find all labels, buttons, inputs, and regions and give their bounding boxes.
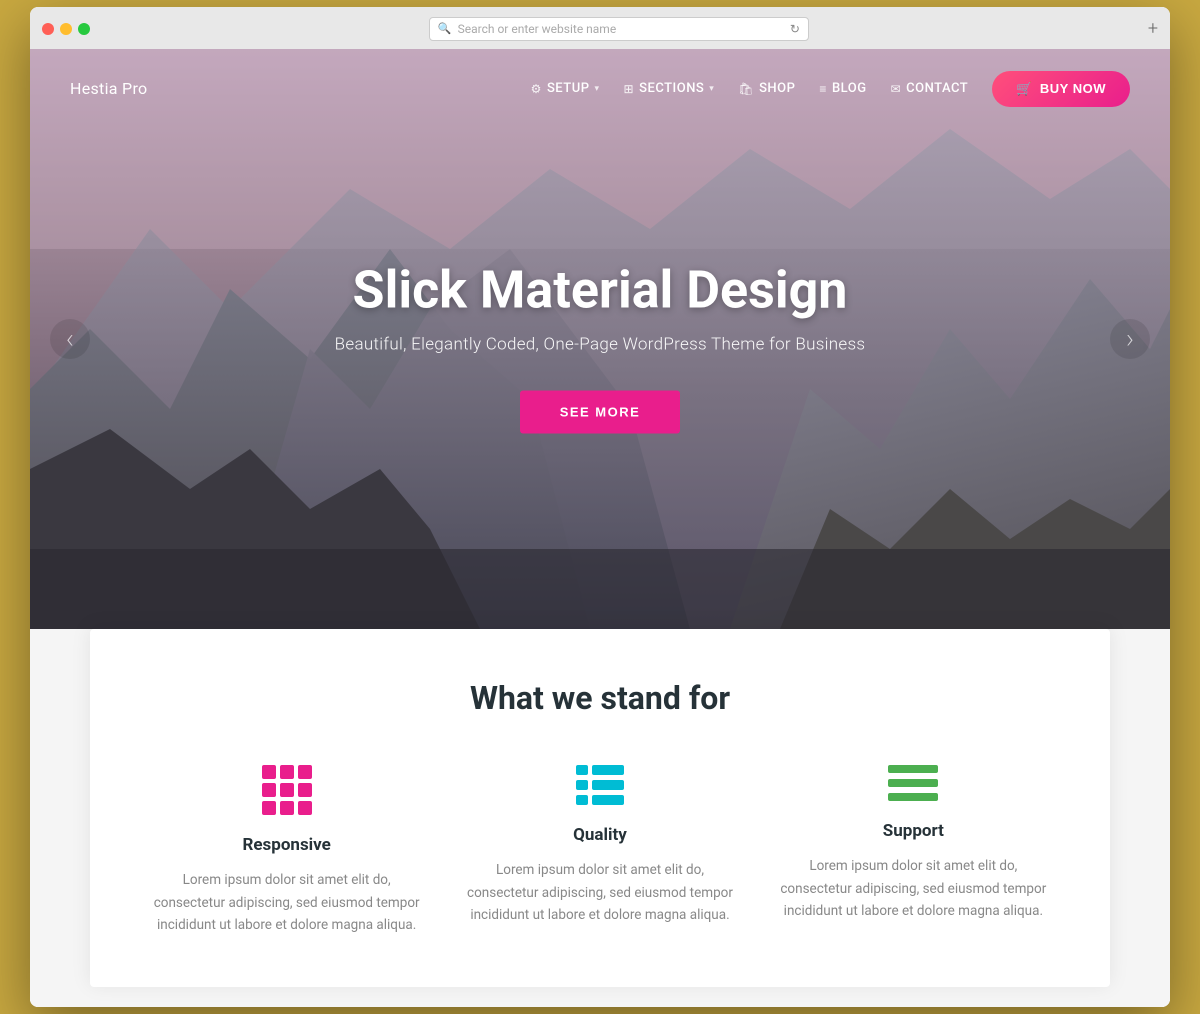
nav-shop-label: SHOP: [759, 81, 795, 96]
grid-icon: ⊞: [624, 82, 635, 96]
hero-title: Slick Material Design: [144, 261, 1056, 318]
line-sq: [576, 795, 588, 805]
carousel-next-button[interactable]: ›: [1110, 319, 1150, 359]
site-content: Hestia Pro ⚙ SETUP ▾ ⊞ SECTIONS ▾ 🛍: [30, 49, 1170, 1008]
responsive-icon: [150, 765, 423, 815]
navbar: Hestia Pro ⚙ SETUP ▾ ⊞ SECTIONS ▾ 🛍: [30, 49, 1170, 129]
minimize-button[interactable]: [60, 23, 72, 35]
feature-responsive: Responsive Lorem ipsum dolor sit amet el…: [150, 765, 423, 938]
nav-blog-label: BLOG: [832, 81, 867, 96]
feature-desc-support: Lorem ipsum dolor sit amet elit do, cons…: [777, 855, 1050, 924]
address-bar[interactable]: 🔍 Search or enter website name ↻: [429, 17, 809, 41]
search-icon: 🔍: [438, 22, 452, 35]
browser-chrome: 🔍 Search or enter website name ↻ +: [30, 7, 1170, 49]
chevron-down-icon-2: ▾: [709, 84, 714, 94]
features-grid: Responsive Lorem ipsum dolor sit amet el…: [150, 765, 1050, 938]
new-tab-button[interactable]: +: [1148, 20, 1158, 38]
features-section: What we stand for: [90, 629, 1110, 988]
nav-item-contact[interactable]: ✉ CONTACT: [891, 81, 969, 96]
mail-icon: ✉: [891, 82, 902, 96]
brand-logo[interactable]: Hestia Pro: [70, 79, 147, 98]
grid-cell: [298, 783, 312, 797]
maximize-button[interactable]: [78, 23, 90, 35]
buy-now-button[interactable]: 🛒 BUY NOW: [992, 71, 1130, 107]
grid-cell: [262, 765, 276, 779]
nav-item-shop[interactable]: 🛍 SHOP: [738, 81, 795, 96]
feature-desc-quality: Lorem ipsum dolor sit amet elit do, cons…: [463, 859, 736, 928]
nav-sections-label: SECTIONS: [639, 81, 704, 96]
hamburger-line-3: [888, 793, 938, 801]
feature-support: Support Lorem ipsum dolor sit amet elit …: [777, 765, 1050, 938]
chevron-right-icon: ›: [1126, 322, 1134, 355]
section-title: What we stand for: [150, 679, 1050, 717]
feature-quality: Quality Lorem ipsum dolor sit amet elit …: [463, 765, 736, 938]
line-sq: [592, 780, 624, 790]
grid-cell: [298, 765, 312, 779]
feature-title-support: Support: [777, 821, 1050, 841]
nav-item-setup[interactable]: ⚙ SETUP ▾: [531, 81, 600, 96]
line-sq: [576, 780, 588, 790]
grid-cell: [280, 765, 294, 779]
feature-desc-responsive: Lorem ipsum dolor sit amet elit do, cons…: [150, 869, 423, 938]
grid-icon-responsive: [262, 765, 312, 815]
grid-cell: [262, 801, 276, 815]
line-sq: [592, 795, 624, 805]
nav-item-sections[interactable]: ⊞ SECTIONS ▾: [624, 81, 715, 96]
cart-icon: 🛒: [1016, 81, 1033, 97]
lines-icon-quality: [576, 765, 624, 805]
blog-icon: ≡: [819, 82, 827, 96]
nav-contact-label: CONTACT: [906, 81, 968, 96]
see-more-button[interactable]: SEE MORE: [520, 390, 681, 433]
hamburger-line-1: [888, 765, 938, 773]
support-icon: [777, 765, 1050, 801]
line-row-2: [576, 780, 624, 790]
browser-window: 🔍 Search or enter website name ↻ +: [30, 7, 1170, 1008]
nav-links: ⚙ SETUP ▾ ⊞ SECTIONS ▾ 🛍 SHOP ≡: [531, 71, 1130, 107]
quality-icon: [463, 765, 736, 805]
chevron-down-icon: ▾: [595, 84, 600, 94]
hero-content: Slick Material Design Beautiful, Elegant…: [144, 261, 1056, 433]
hero-section: Hestia Pro ⚙ SETUP ▾ ⊞ SECTIONS ▾ 🛍: [30, 49, 1170, 629]
hamburger-line-2: [888, 779, 938, 787]
traffic-lights: [42, 23, 90, 35]
carousel-prev-button[interactable]: ‹: [50, 319, 90, 359]
hamburger-icon-support: [888, 765, 938, 801]
grid-cell: [298, 801, 312, 815]
grid-cell: [280, 783, 294, 797]
gear-icon: ⚙: [531, 82, 542, 96]
line-row-1: [576, 765, 624, 775]
line-row-3: [576, 795, 624, 805]
refresh-button[interactable]: ↻: [790, 22, 800, 36]
address-text: Search or enter website name: [458, 22, 617, 36]
line-sq: [576, 765, 588, 775]
close-button[interactable]: [42, 23, 54, 35]
feature-title-quality: Quality: [463, 825, 736, 845]
address-bar-container: 🔍 Search or enter website name ↻: [100, 17, 1138, 41]
grid-cell: [262, 783, 276, 797]
chevron-left-icon: ‹: [66, 322, 74, 355]
grid-cell: [280, 801, 294, 815]
shop-icon: 🛍: [738, 82, 754, 96]
hero-subtitle: Beautiful, Elegantly Coded, One-Page Wor…: [144, 334, 1056, 354]
nav-setup-label: SETUP: [547, 81, 590, 96]
nav-item-blog[interactable]: ≡ BLOG: [819, 81, 866, 96]
line-sq: [592, 765, 624, 775]
buy-now-label: BUY NOW: [1040, 81, 1106, 96]
feature-title-responsive: Responsive: [150, 835, 423, 855]
